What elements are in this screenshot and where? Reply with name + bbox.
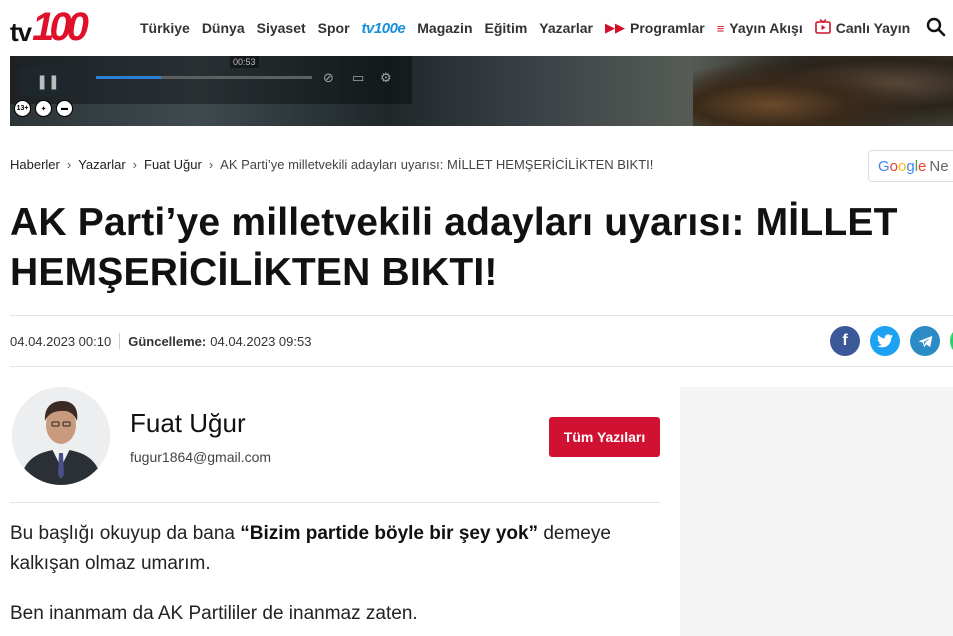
breadcrumb-haberler[interactable]: Haberler [10, 157, 60, 172]
updated-label: Güncelleme: [128, 333, 207, 349]
video-player-banner[interactable]: ❚❚ 00:53 ⊘ ▭ ⚙ 13+ ✦ ▬ [10, 56, 953, 126]
live-tv-icon [814, 18, 831, 37]
nav-item-tv100e[interactable]: tv100e [362, 20, 406, 37]
divider [119, 333, 121, 349]
google-news-button[interactable]: Go o g l e Ne [868, 150, 953, 182]
logo-tv-text: tv [10, 17, 32, 47]
breadcrumb-author[interactable]: Fuat Uğur [144, 157, 202, 172]
play-forward-icon: ▶▶ [605, 20, 625, 35]
nav-item-dunya[interactable]: Dünya [202, 20, 245, 36]
facebook-share-button[interactable]: f [830, 326, 860, 356]
content-ratings: 13+ ✦ ▬ [14, 100, 73, 117]
schedule-lines-icon: ≡ [716, 20, 725, 36]
google-letter: e [918, 157, 927, 175]
captions-icon[interactable]: ▭ [352, 70, 364, 86]
divider [10, 315, 953, 316]
all-posts-button[interactable]: Tüm Yazıları [549, 417, 660, 457]
player-controls: ❚❚ 00:53 ⊘ ▭ ⚙ [10, 56, 412, 104]
article-paragraph: Bu başlığı okuyup da bana “Bizim partide… [10, 519, 660, 579]
breadcrumb-current: AK Parti’ye milletvekili adayları uyarıs… [220, 157, 654, 172]
video-progress-fill [96, 76, 161, 79]
telegram-icon [918, 335, 932, 347]
chevron-right-icon: › [66, 157, 72, 172]
breadcrumb: Haberler › Yazarlar › Fuat Uğur › AK Par… [10, 157, 653, 172]
author-avatar[interactable] [12, 387, 110, 485]
google-letter: o [898, 157, 907, 175]
nav-item-yayin-akisi[interactable]: ≡ Yayın Akışı [717, 20, 803, 36]
tv100-logo[interactable]: tv 100 [10, 5, 89, 49]
nav-item-spor[interactable]: Spor [318, 20, 350, 36]
settings-gear-icon[interactable]: ⚙ [380, 70, 392, 86]
main-nav: Türkiye Dünya Siyaset Spor tv100e Magazi… [140, 0, 922, 56]
google-letter: o [889, 157, 899, 175]
chevron-right-icon: › [208, 157, 214, 172]
updated-date: 04.04.2023 09:53 [210, 333, 312, 349]
breadcrumb-yazarlar[interactable]: Yazarlar [78, 157, 125, 172]
nav-item-canli-yayin-label: Canlı Yayın [835, 20, 911, 36]
nav-item-programlar[interactable]: ▶▶ Programlar [605, 20, 705, 36]
published-date: 04.04.2023 00:10 [10, 333, 112, 349]
rating-fear-icon: ▬ [56, 100, 73, 117]
nav-item-canli-yayin[interactable]: Canlı Yayın [814, 18, 911, 37]
telegram-share-button[interactable] [910, 326, 940, 356]
twitter-share-button[interactable] [870, 326, 900, 356]
nav-item-siyaset[interactable]: Siyaset [257, 20, 306, 36]
divider [10, 502, 660, 503]
search-icon[interactable] [925, 16, 947, 38]
article-meta: 04.04.2023 00:10 Güncelleme: 04.04.2023 … [10, 333, 311, 349]
share-buttons: f w [830, 326, 953, 356]
author-email[interactable]: fugur1864@gmail.com [130, 449, 271, 465]
mute-icon[interactable]: ⊘ [323, 70, 334, 86]
top-navbar: tv 100 Türkiye Dünya Siyaset Spor tv100e… [0, 0, 953, 56]
paragraph-bold-quote: “Bizim partide böyle bir şey yok” [240, 523, 539, 544]
article-paragraph: Ben inanmam da AK Partililer de inanmaz … [10, 603, 418, 624]
nav-item-egitim[interactable]: Eğitim [485, 20, 528, 36]
nav-item-yayin-akisi-label: Yayın Akışı [729, 20, 803, 36]
video-frame-image [693, 56, 953, 126]
divider [10, 366, 953, 367]
rating-violence-icon: ✦ [35, 100, 52, 117]
chevron-right-icon: › [132, 157, 137, 172]
nav-item-magazin[interactable]: Magazin [417, 20, 472, 36]
article-title: AK Parti’ye milletvekili adayları uyarıs… [10, 201, 898, 294]
google-news-label: Ne [929, 157, 949, 175]
nav-item-turkiye[interactable]: Türkiye [140, 20, 190, 36]
twitter-icon [877, 334, 893, 348]
pause-icon: ❚❚ [36, 72, 60, 89]
nav-item-programlar-label: Programlar [630, 20, 705, 36]
author-name[interactable]: Fuat Uğur [130, 408, 246, 439]
logo-100-text: 100 [32, 5, 89, 49]
paragraph-text: Bu başlığı okuyup da bana [10, 523, 241, 544]
google-letter: G [878, 157, 890, 175]
nav-item-yazarlar[interactable]: Yazarlar [539, 20, 593, 36]
facebook-icon: f [842, 332, 848, 349]
advertisement-area [680, 387, 953, 636]
pause-button[interactable]: ❚❚ [20, 66, 76, 96]
video-time: 00:53 [230, 56, 259, 68]
video-progress-bar[interactable] [96, 76, 312, 79]
rating-age-icon: 13+ [14, 100, 31, 117]
google-letter: g [906, 157, 915, 175]
